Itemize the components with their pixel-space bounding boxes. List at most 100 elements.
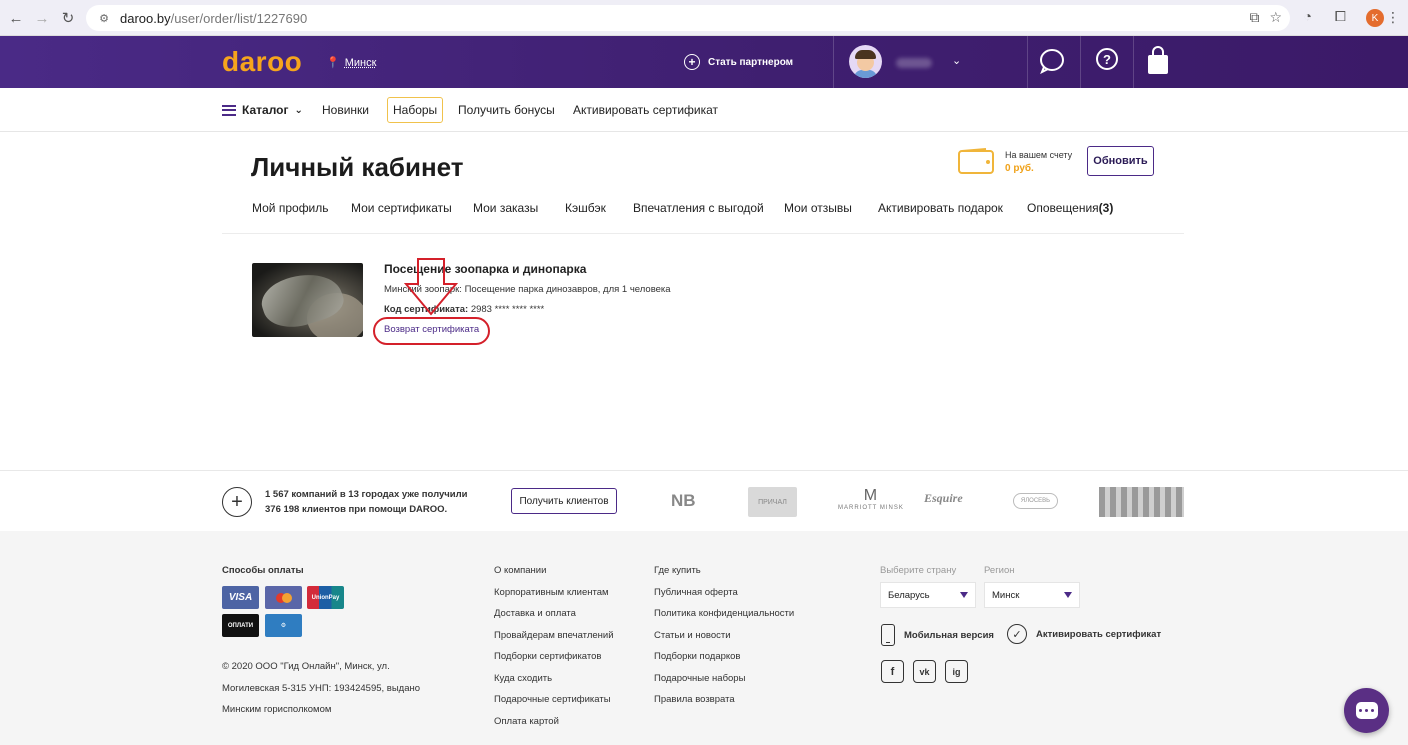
country-value: Беларусь bbox=[888, 589, 930, 601]
become-partner-link[interactable]: + Стать партнером bbox=[684, 54, 793, 70]
footer-link[interactable]: Правила возврата bbox=[654, 689, 794, 711]
footer-link[interactable]: Оплата картой bbox=[494, 711, 614, 733]
user-avatar[interactable] bbox=[849, 45, 882, 78]
footer-link[interactable]: Доставка и оплата bbox=[494, 603, 614, 625]
reload-icon[interactable]: ↻ bbox=[56, 6, 80, 30]
catalog-label: Каталог bbox=[242, 103, 289, 117]
nav-new[interactable]: Новинки bbox=[322, 103, 369, 117]
browser-menu-icon[interactable]: ⋮ bbox=[1386, 9, 1400, 26]
footer-link[interactable]: Публичная оферта bbox=[654, 582, 794, 604]
annotation-arrow-icon bbox=[404, 258, 458, 316]
payment-heading: Способы оплаты bbox=[222, 565, 304, 576]
nav-sets[interactable]: Наборы bbox=[387, 97, 444, 123]
partner-logo-nb: NB bbox=[671, 491, 696, 510]
footer-link[interactable]: Корпоративным клиентам bbox=[494, 582, 614, 604]
tab-my-orders[interactable]: Мои заказы bbox=[473, 201, 538, 215]
mobile-label: Мобильная версия bbox=[904, 629, 994, 641]
refresh-button[interactable]: Обновить bbox=[1087, 146, 1154, 176]
partner-logo-esquire: Esquire bbox=[924, 491, 963, 505]
header-divider bbox=[833, 36, 834, 88]
tab-activate-gift[interactable]: Активировать подарок bbox=[878, 201, 1003, 215]
footer-link[interactable]: Где купить bbox=[654, 560, 794, 582]
facebook-icon[interactable]: f bbox=[881, 660, 904, 683]
notifications-label: Оповещения bbox=[1027, 201, 1099, 215]
username-blurred[interactable] bbox=[896, 58, 932, 68]
tab-profile[interactable]: Мой профиль bbox=[252, 201, 329, 215]
forward-icon[interactable]: → bbox=[30, 6, 54, 30]
marriott-m-icon: M bbox=[863, 487, 879, 504]
nav-get-bonuses[interactable]: Получить бонусы bbox=[458, 103, 555, 117]
footer-link[interactable]: Политика конфиденциальности bbox=[654, 603, 794, 625]
partners-line-2: 376 198 клиентов при помощи DAROO. bbox=[265, 504, 448, 515]
main-nav: Каталог ⌄ Новинки Наборы Получить бонусы… bbox=[0, 88, 1408, 132]
page-title: Личный кабинет bbox=[251, 152, 464, 182]
footer-link[interactable]: Куда сходить bbox=[494, 668, 614, 690]
tab-notifications[interactable]: Оповещения(3) bbox=[1027, 201, 1113, 215]
partners-text: 1 567 компаний в 13 городах уже получили… bbox=[265, 487, 468, 517]
footer-link[interactable]: Подборки сертификатов bbox=[494, 646, 614, 668]
phone-icon bbox=[881, 624, 895, 646]
partner-logo-prichal: ПРИЧАЛ bbox=[748, 487, 797, 517]
footer-link[interactable]: Провайдерам впечатлений bbox=[494, 625, 614, 647]
balance-label: На вашем счету bbox=[1005, 150, 1073, 160]
footer-link[interactable]: О компании bbox=[494, 560, 614, 582]
copyright-line: © 2020 ООО "Гид Онлайн", Минск, ул. bbox=[222, 661, 390, 672]
check-circle-icon: ✓ bbox=[1007, 624, 1027, 644]
oplati-logo: ОПЛАТИ bbox=[222, 614, 259, 637]
get-clients-button[interactable]: Получить клиентов bbox=[511, 488, 617, 514]
mobile-version-link[interactable]: Мобильная версия bbox=[881, 624, 994, 646]
city-selector[interactable]: 📍 Минск bbox=[326, 56, 376, 70]
footer-activate-certificate-link[interactable]: ✓ Активировать сертификат bbox=[1007, 624, 1161, 644]
annotation-oval bbox=[373, 317, 490, 345]
copyright-line: Минским горисполкомом bbox=[222, 704, 332, 715]
extensions-puzzle-icon[interactable]: ⧠ bbox=[1335, 8, 1346, 25]
back-icon[interactable]: ← bbox=[4, 6, 28, 30]
header-divider bbox=[1080, 36, 1081, 88]
dropdown-arrow-icon bbox=[1064, 592, 1072, 598]
divider bbox=[222, 233, 1184, 234]
footer-link[interactable]: Статьи и новости bbox=[654, 625, 794, 647]
chevron-down-icon[interactable]: ⌄ bbox=[952, 54, 961, 67]
country-select[interactable]: Беларусь bbox=[880, 582, 976, 608]
address-bar[interactable]: ⚙ daroo.by/user/order/list/1227690 ⧉ ☆ bbox=[86, 5, 1290, 31]
country-label: Выберите страну bbox=[880, 565, 957, 576]
catalog-menu[interactable]: Каталог ⌄ bbox=[222, 103, 303, 117]
help-icon[interactable]: ? bbox=[1096, 48, 1118, 70]
support-chat-button[interactable] bbox=[1344, 688, 1389, 733]
footer-link[interactable]: Подарочные сертификаты bbox=[494, 689, 614, 711]
footer-link[interactable]: Подарочные наборы bbox=[654, 668, 794, 690]
region-label: Регион bbox=[984, 565, 1015, 576]
nav-activate-certificate[interactable]: Активировать сертификат bbox=[573, 103, 718, 117]
partners-line-1: 1 567 компаний в 13 городах уже получили bbox=[265, 489, 468, 500]
install-app-icon[interactable]: ⧉ bbox=[1249, 9, 1259, 26]
site-header: daroo 📍 Минск + Стать партнером ⌄ ? bbox=[0, 36, 1408, 88]
visa-logo: VISA bbox=[222, 586, 259, 609]
tab-cashback[interactable]: Кэшбэк bbox=[565, 201, 606, 215]
activate-label: Активировать сертификат bbox=[1036, 628, 1162, 640]
extension-icon[interactable]: ◔ bbox=[1304, 8, 1312, 24]
footer-link[interactable]: Подборки подарков bbox=[654, 646, 794, 668]
marriott-label: MARRIOTT MINSK bbox=[838, 505, 904, 511]
notifications-count: (3) bbox=[1098, 201, 1114, 215]
plus-circle-icon: + bbox=[684, 54, 700, 70]
partners-strip: + 1 567 компаний в 13 городах уже получи… bbox=[0, 470, 1408, 531]
region-select[interactable]: Минск bbox=[984, 582, 1080, 608]
footer-links-col-1: О компании Корпоративным клиентам Достав… bbox=[494, 560, 614, 732]
location-pin-icon: 📍 bbox=[326, 57, 340, 69]
vk-icon[interactable]: vk bbox=[913, 660, 936, 683]
bookmark-star-icon[interactable]: ☆ bbox=[1269, 9, 1282, 26]
daroo-logo[interactable]: daroo bbox=[222, 46, 302, 78]
tab-impressions[interactable]: Впечатления с выгодой bbox=[633, 201, 764, 215]
tab-my-certificates[interactable]: Мои сертификаты bbox=[351, 201, 452, 215]
tab-reviews[interactable]: Мои отзывы bbox=[784, 201, 852, 215]
site-info-icon[interactable]: ⚙ bbox=[96, 10, 112, 26]
instagram-icon[interactable]: ig bbox=[945, 660, 968, 683]
order-image[interactable] bbox=[252, 263, 363, 337]
chat-icon[interactable] bbox=[1039, 48, 1065, 74]
profile-avatar[interactable]: K bbox=[1366, 9, 1384, 27]
shopping-bag-icon[interactable] bbox=[1146, 46, 1170, 76]
chat-bubble-icon bbox=[1355, 702, 1378, 719]
erip-logo: ⚙ bbox=[265, 614, 302, 637]
hamburger-icon bbox=[222, 104, 236, 116]
region-value: Минск bbox=[992, 589, 1020, 601]
